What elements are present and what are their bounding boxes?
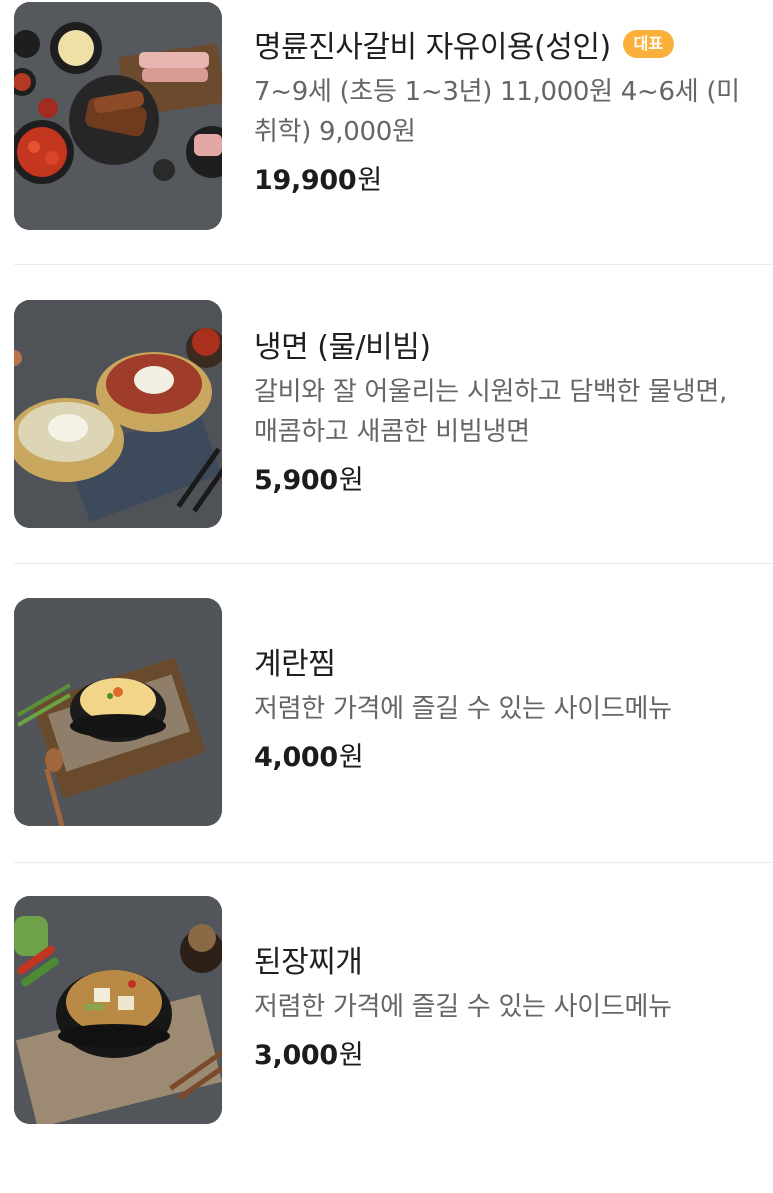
menu-item-price: 3,000원 bbox=[254, 1033, 751, 1072]
menu-item-price: 5,900원 bbox=[254, 458, 751, 497]
menu-item-title: 냉면 (물/비빔) bbox=[254, 330, 431, 365]
price-value: 5,900 bbox=[254, 465, 338, 496]
menu-item-description: 갈비와 잘 어울리는 시원하고 담백한 물냉면, 매콤하고 새콤한 비빔냉면 bbox=[254, 377, 727, 447]
naengmyeon-photo bbox=[14, 300, 222, 528]
signature-badge: 대표 bbox=[622, 30, 675, 58]
title-row: 명륜진사갈비 자유이용(성인) 대표 bbox=[254, 22, 751, 66]
menu-item-title: 명륜진사갈비 자유이용(성인) bbox=[254, 30, 611, 65]
steamed-egg-photo bbox=[14, 598, 222, 826]
menu-item-title: 계란찜 bbox=[254, 647, 336, 682]
price-value: 3,000 bbox=[254, 1040, 338, 1071]
title-row: 된장찌개 bbox=[254, 937, 751, 981]
menu-item-description: 저렴한 가격에 즐길 수 있는 사이드메뉴 bbox=[254, 694, 672, 724]
galbi-platter-photo bbox=[14, 2, 222, 230]
menu-list: 명륜진사갈비 자유이용(성인) 대표 7~9세 (초등 1~3년) 11,000… bbox=[0, 0, 773, 1145]
price-currency: 원 bbox=[338, 742, 364, 773]
divider bbox=[14, 862, 773, 863]
doenjang-stew-photo bbox=[14, 896, 222, 1124]
menu-item-naengmyeon[interactable]: 냉면 (물/비빔) 갈비와 잘 어울리는 시원하고 담백한 물냉면, 매콤하고 … bbox=[0, 298, 773, 596]
title-row: 계란찜 bbox=[254, 639, 751, 683]
divider bbox=[14, 264, 773, 265]
menu-item-description: 7~9세 (초등 1~3년) 11,000원 4~6세 (미취학) 9,000원 bbox=[254, 77, 740, 147]
menu-item-steamed-egg[interactable]: 계란찜 저렴한 가격에 즐길 수 있는 사이드메뉴 4,000원 bbox=[0, 597, 773, 895]
menu-item-info: 냉면 (물/비빔) 갈비와 잘 어울리는 시원하고 담백한 물냉면, 매콤하고 … bbox=[254, 298, 751, 497]
price-currency: 원 bbox=[357, 165, 382, 196]
price-currency: 원 bbox=[338, 465, 364, 496]
price-currency: 원 bbox=[338, 1040, 364, 1071]
menu-item-description: 저렴한 가격에 즐길 수 있는 사이드메뉴 bbox=[254, 992, 672, 1022]
menu-item-title: 된장찌개 bbox=[254, 945, 363, 980]
menu-item-doenjang-stew[interactable]: 된장찌개 저렴한 가격에 즐길 수 있는 사이드메뉴 3,000원 bbox=[0, 895, 773, 1193]
menu-item-info: 명륜진사갈비 자유이용(성인) 대표 7~9세 (초등 1~3년) 11,000… bbox=[254, 0, 751, 197]
menu-item-galbi[interactable]: 명륜진사갈비 자유이용(성인) 대표 7~9세 (초등 1~3년) 11,000… bbox=[0, 0, 773, 298]
price-value: 4,000 bbox=[254, 742, 338, 773]
menu-item-price: 4,000원 bbox=[254, 735, 751, 774]
price-value: 19,900 bbox=[254, 165, 357, 196]
menu-item-info: 된장찌개 저렴한 가격에 즐길 수 있는 사이드메뉴 3,000원 bbox=[254, 895, 751, 1072]
divider bbox=[14, 563, 773, 564]
title-row: 냉면 (물/비빔) bbox=[254, 322, 751, 366]
menu-item-info: 계란찜 저렴한 가격에 즐길 수 있는 사이드메뉴 4,000원 bbox=[254, 597, 751, 774]
menu-item-price: 19,900원 bbox=[254, 158, 751, 197]
